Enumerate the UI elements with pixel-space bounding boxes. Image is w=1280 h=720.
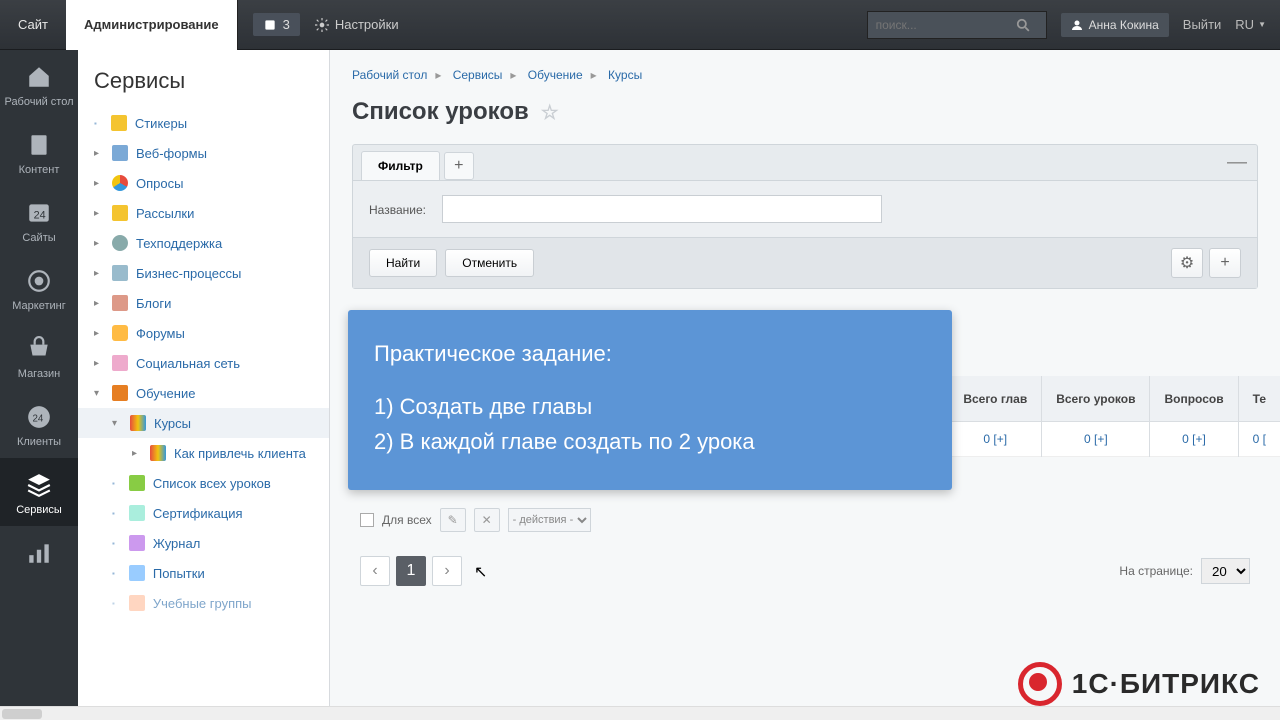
sidebar-item-social[interactable]: ▸Социальная сеть — [78, 348, 329, 378]
cell-link[interactable]: 0 [+] — [1084, 432, 1108, 446]
sidebar-item-blogs[interactable]: ▸Блоги — [78, 288, 329, 318]
filter-plus-icon[interactable]: + — [1209, 248, 1241, 278]
sidebar-item-learning[interactable]: ▾Обучение — [78, 378, 329, 408]
crumb[interactable]: Курсы — [608, 68, 642, 82]
sidebar-item-polls[interactable]: ▸Опросы — [78, 168, 329, 198]
batch-label: Для всех — [382, 513, 432, 527]
svg-text:24: 24 — [34, 209, 46, 221]
star-icon[interactable]: ☆ — [541, 100, 559, 125]
notif-count: 3 — [283, 17, 290, 32]
rail-content[interactable]: Контент — [0, 118, 78, 186]
filter-add-tab[interactable]: + — [444, 152, 474, 180]
per-page-select[interactable]: 20 — [1201, 558, 1250, 584]
user-badge[interactable]: Анна Кокина — [1061, 13, 1169, 37]
rail-more[interactable] — [0, 526, 78, 582]
crumb[interactable]: Рабочий стол — [352, 68, 427, 82]
filter-panel: Фильтр + — Название: Найти Отменить ⚙ + — [352, 144, 1258, 289]
user-icon — [1071, 19, 1083, 31]
sidebar-item-stickers[interactable]: Стикеры — [78, 108, 329, 138]
pager-prev[interactable]: ‹ — [360, 556, 390, 586]
cancel-button[interactable]: Отменить — [445, 249, 534, 277]
crumb[interactable]: Обучение — [528, 68, 583, 82]
search-box[interactable] — [867, 11, 1047, 39]
filter-collapse[interactable]: — — [1227, 151, 1247, 174]
per-page: На странице: 20 — [1119, 558, 1250, 584]
tab-site[interactable]: Сайт — [0, 0, 66, 50]
sidebar-item-mail[interactable]: ▸Рассылки — [78, 198, 329, 228]
sidebar-title: Сервисы — [78, 50, 329, 108]
sidebar: Сервисы Стикеры ▸Веб-формы ▸Опросы ▸Расс… — [78, 50, 330, 720]
filter-settings-icon[interactable]: ⚙ — [1171, 248, 1203, 278]
filter-tab[interactable]: Фильтр — [361, 151, 440, 180]
h-scrollbar[interactable] — [0, 706, 1280, 720]
sidebar-item-support[interactable]: ▸Техподдержка — [78, 228, 329, 258]
sidebar-item-groups[interactable]: Учебные группы — [78, 588, 329, 618]
tab-admin[interactable]: Администрирование — [66, 0, 237, 50]
sidebar-item-cert[interactable]: Сертификация — [78, 498, 329, 528]
bell-icon — [263, 18, 277, 32]
search-icon — [1016, 18, 1030, 32]
callout-line: 2) В каждой главе создать по 2 урока — [374, 424, 926, 459]
cell-link[interactable]: 0 [+] — [983, 432, 1007, 446]
callout-line: 1) Создать две главы — [374, 389, 926, 424]
pager: ‹ 1 › — [360, 556, 462, 586]
batch-edit-icon[interactable]: ✎ — [440, 508, 466, 532]
settings-link[interactable]: Настройки — [315, 17, 399, 32]
left-rail: Рабочий стол Контент 24Сайты Маркетинг М… — [0, 50, 78, 720]
batch-delete-icon[interactable]: ✕ — [474, 508, 500, 532]
task-callout: Практическое задание: 1) Создать две гла… — [348, 310, 952, 490]
logo-icon — [1018, 662, 1062, 706]
topbar: Сайт Администрирование 3 Настройки Анна … — [0, 0, 1280, 50]
sidebar-item-journal[interactable]: Журнал — [78, 528, 329, 558]
crumb[interactable]: Сервисы — [453, 68, 503, 82]
select-all-checkbox[interactable] — [360, 513, 374, 527]
search-input[interactable] — [876, 18, 1016, 32]
rail-desktop[interactable]: Рабочий стол — [0, 50, 78, 118]
filter-name-input[interactable] — [442, 195, 882, 223]
notifications[interactable]: 3 — [253, 13, 300, 36]
table-fragment: сть Всего глав0 [+] Всего уроков0 [+] Во… — [899, 376, 1280, 457]
rail-sites[interactable]: 24Сайты — [0, 186, 78, 254]
logout[interactable]: Выйти — [1183, 17, 1222, 32]
pager-next[interactable]: › — [432, 556, 462, 586]
find-button[interactable]: Найти — [369, 249, 437, 277]
rail-marketing[interactable]: Маркетинг — [0, 254, 78, 322]
sidebar-item-all-lessons[interactable]: Список всех уроков — [78, 468, 329, 498]
gear-icon — [315, 18, 329, 32]
bitrix-logo: 1С·БИТРИКС — [1018, 662, 1260, 706]
page-title: Список уроков ☆ — [352, 98, 1258, 126]
cell-link[interactable]: 0 [+] — [1182, 432, 1206, 446]
breadcrumbs: Рабочий стол▸ Сервисы▸ Обучение▸ Курсы — [352, 68, 1258, 82]
sidebar-item-bp[interactable]: ▸Бизнес-процессы — [78, 258, 329, 288]
pager-page[interactable]: 1 — [396, 556, 426, 586]
sidebar-item-attempts[interactable]: Попытки — [78, 558, 329, 588]
rail-clients[interactable]: 24Клиенты — [0, 390, 78, 458]
batch-row: Для всех ✎ ✕ - действия - — [360, 508, 591, 532]
sidebar-item-course-1[interactable]: ▸Как привлечь клиента — [78, 438, 329, 468]
rail-shop[interactable]: Магазин — [0, 322, 78, 390]
sidebar-item-forums[interactable]: ▸Форумы — [78, 318, 329, 348]
filter-field-label: Название: — [369, 203, 426, 217]
sidebar-item-webforms[interactable]: ▸Веб-формы — [78, 138, 329, 168]
batch-actions-select[interactable]: - действия - — [508, 508, 591, 532]
cursor-icon: ↖ — [474, 562, 487, 582]
svg-text:24: 24 — [33, 413, 44, 424]
callout-title: Практическое задание: — [374, 336, 926, 371]
rail-services[interactable]: Сервисы — [0, 458, 78, 526]
lang-switch[interactable]: RU▼ — [1235, 17, 1266, 32]
sidebar-item-courses[interactable]: ▾Курсы — [78, 408, 329, 438]
